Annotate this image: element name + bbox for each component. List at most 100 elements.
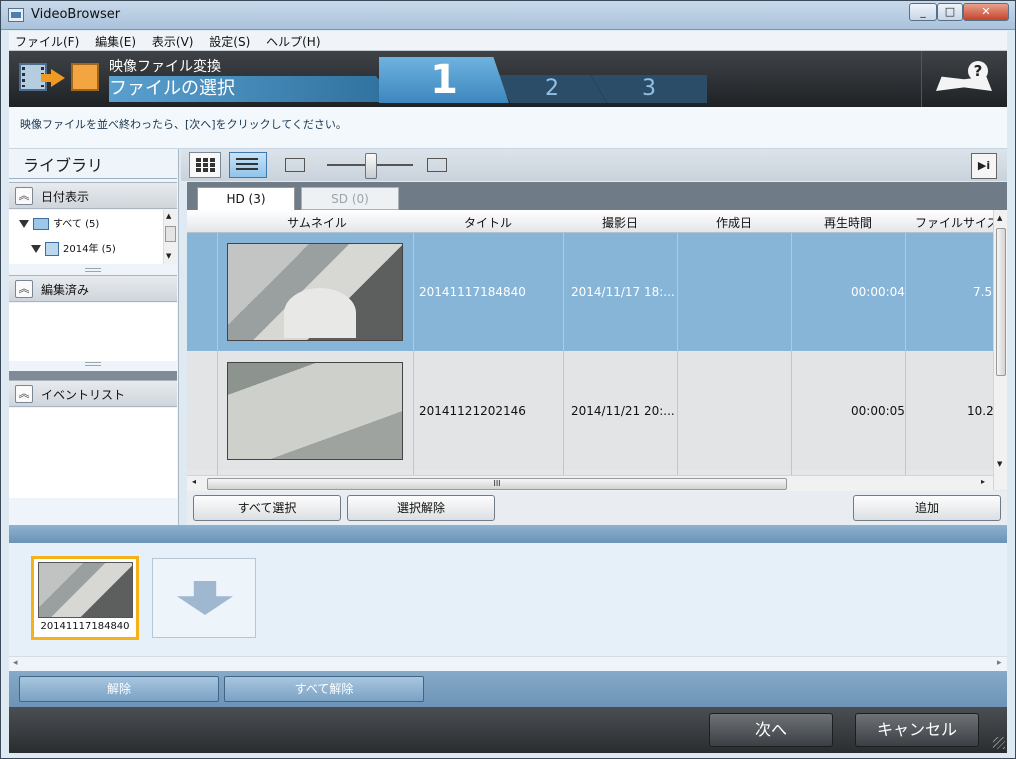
menu-bar: ファイル(F) 編集(E) 表示(V) 設定(S) ヘルプ(H) [9,31,1007,51]
event-section-header[interactable]: ︽ イベントリスト [9,380,177,407]
col-created-date[interactable]: 作成日 [687,214,781,231]
cell-title: 20141117184840 [419,285,526,299]
instruction-bar: 映像ファイルを並べ終わったら、[次へ]をクリックしてください。 [9,107,1007,149]
step-3: 3 [591,75,707,103]
collapse-icon[interactable]: ︽ [15,385,33,403]
deselect-button[interactable]: 選択解除 [347,495,495,521]
menu-file[interactable]: ファイル(F) [9,31,85,52]
date-section-label: 日付表示 [41,190,90,204]
scroll-right-icon[interactable]: ▸ [997,658,1002,668]
scroll-left-icon[interactable]: ◂ [13,658,18,668]
add-button[interactable]: 追加 [853,495,1001,521]
grid-header: サムネイル タイトル 撮影日 作成日 再生時間 ファイルサイズ [187,210,993,233]
cell-size: 7.5 [973,285,993,299]
help-book-icon[interactable]: ? [921,51,1007,107]
list-view-button[interactable] [229,152,267,178]
step-indicator: 2 3 1 [379,57,709,103]
instruction-text: 映像ファイルを並べ終わったら、[次へ]をクリックしてください。 [20,118,347,131]
close-button[interactable]: ✕ [963,3,1009,21]
queue-thumbnail [38,562,133,618]
calendar-icon [45,242,59,256]
menu-edit[interactable]: 編集(E) [89,31,142,52]
conversion-queue: 20141117184840 [9,543,1007,671]
header-subtitle: 映像ファイル変換 [109,59,221,75]
col-shot-date[interactable]: 撮影日 [573,214,667,231]
grid-actions: すべて選択 選択解除 追加 [187,491,1007,525]
col-duration[interactable]: 再生時間 [801,214,895,231]
cell-shot-date: 2014/11/17 18:... [571,285,675,299]
info-toggle-button[interactable]: ▶i [971,153,997,179]
edited-section-header[interactable]: ︽ 編集済み [9,275,177,302]
cell-title: 20141121202146 [419,404,526,418]
col-thumbnail[interactable]: サムネイル [247,214,387,231]
app-window: VideoBrowser _ □ ✕ ファイル(F) 編集(E) 表示(V) 設… [0,0,1016,759]
view-toolbar: ▶i [181,149,1007,181]
video-thumbnail[interactable] [227,362,403,460]
tree-item-all[interactable]: すべて (5) [19,215,99,230]
table-row[interactable]: 20141117184840 2014/11/17 18:... 00:00:0… [187,233,993,351]
next-button[interactable]: 次へ [709,713,833,747]
collapse-icon[interactable]: ︽ [15,187,33,205]
tab-hd[interactable]: HD (3) [197,187,295,210]
splitter-grip[interactable] [85,362,101,366]
resize-grip-icon[interactable] [993,737,1005,749]
grid-horizontal-scrollbar[interactable]: ◂ III ▸ [187,475,993,491]
queue-item[interactable]: 20141117184840 [31,556,139,640]
release-all-button[interactable]: すべて解除 [224,676,424,702]
date-tree: すべて (5) 2014年 (5) ▲ ▼ [9,210,177,264]
release-button[interactable]: 解除 [19,676,219,702]
header-title: ファイルの選択 [109,76,399,102]
down-arrow-icon [177,581,233,615]
video-thumbnail[interactable] [227,243,403,341]
zoom-slider-thumb[interactable] [365,153,377,179]
app-icon [8,8,24,22]
menu-help[interactable]: ヘルプ(H) [260,31,326,52]
cell-duration: 00:00:04 [851,285,905,299]
queue-divider [9,525,1007,543]
select-all-button[interactable]: すべて選択 [193,495,341,521]
library-title: ライブラリ [9,149,177,179]
menu-view[interactable]: 表示(V) [146,31,200,52]
expand-triangle-icon[interactable] [31,245,41,253]
media-tabs: HD (3) SD (0) [187,182,1007,210]
tree-item-2014[interactable]: 2014年 (5) [31,240,116,256]
tab-sd[interactable]: SD (0) [301,187,399,210]
video-convert-icon [19,61,99,97]
grid-vertical-scrollbar[interactable]: ▲ ▼ [993,210,1007,490]
edited-list [9,303,177,361]
table-row[interactable]: 20141121202146 2014/11/21 20:... 00:00:0… [187,352,994,470]
cell-size: 10.2 [967,404,994,418]
wizard-footer: 次へ キャンセル [9,707,1007,753]
tree-scrollbar[interactable]: ▲ ▼ [163,210,177,264]
event-list [9,408,177,498]
scroll-thumb[interactable]: III [207,478,787,490]
step-2: 2 [497,75,607,103]
laptop-icon [33,218,49,230]
grid-view-button[interactable] [189,152,221,178]
splitter-grip[interactable] [85,268,101,272]
maximize-button[interactable]: □ [937,3,963,21]
zoom-out-icon[interactable] [285,158,305,172]
date-section-header[interactable]: ︽ 日付表示 [9,182,177,209]
library-panel: ライブラリ ︽ 日付表示 すべて (5) 2014年 (5) ▲ ▼ ︽ 編集済… [9,149,179,525]
menu-settings[interactable]: 設定(S) [203,31,256,52]
col-file-size[interactable]: ファイルサイズ [915,214,993,231]
col-title[interactable]: タイトル [433,214,543,231]
file-grid: 20141117184840 2014/11/17 18:... 00:00:0… [187,210,1007,490]
cancel-button[interactable]: キャンセル [855,713,979,747]
scroll-thumb[interactable] [996,228,1006,376]
edited-section-label: 編集済み [41,283,90,297]
cell-duration: 00:00:05 [851,404,905,418]
queue-scrollbar[interactable]: ◂ ▸ [9,656,1007,671]
minimize-button[interactable]: _ [909,3,937,21]
expand-triangle-icon[interactable] [19,220,29,228]
zoom-in-icon[interactable] [427,158,447,172]
queue-drop-target[interactable] [152,558,256,638]
step-1-current: 1 [379,57,509,103]
grid-view-icon [196,158,216,172]
collapse-icon[interactable]: ︽ [15,280,33,298]
cell-shot-date: 2014/11/21 20:... [571,404,675,418]
queue-item-label: 20141117184840 [40,621,130,632]
event-section-label: イベントリスト [41,388,126,402]
title-bar: VideoBrowser _ □ ✕ [1,1,1015,30]
